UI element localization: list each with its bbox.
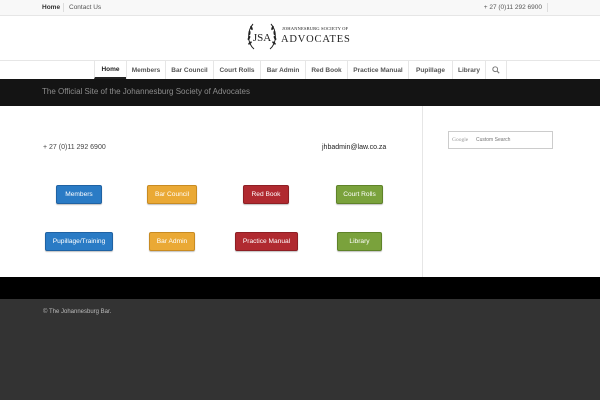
laurel-emblem-icon: JSA (247, 23, 277, 50)
topbar-contact-link[interactable]: Contact Us (69, 4, 101, 11)
sidebar-divider (422, 106, 423, 277)
court-rolls-button[interactable]: Court Rolls (336, 185, 383, 204)
custom-search-input[interactable] (450, 133, 551, 147)
red-book-button[interactable]: Red Book (243, 185, 289, 204)
footer-band (0, 277, 600, 299)
logo-top-text: JOHANNESBURG SOCIETY OF (282, 26, 349, 31)
topbar-divider-right (547, 3, 548, 12)
logo-main-text: ADVOCATES (281, 34, 351, 45)
custom-search-box: Google (448, 131, 553, 149)
practice-manual-button[interactable]: Practice Manual (235, 232, 298, 251)
site-logo[interactable]: JSA JOHANNESBURG SOCIETY OF ADVOCATES (244, 19, 358, 55)
nav-divider (506, 61, 507, 79)
title-banner: The Official Site of the Johannesburg So… (0, 79, 600, 106)
library-button[interactable]: Library (337, 232, 382, 251)
site-header: JSA JOHANNESBURG SOCIETY OF ADVOCATES (0, 16, 600, 60)
nav-item-court-rolls[interactable]: Court Rolls (213, 61, 260, 79)
contact-phone: + 27 (0)11 292 6900 (43, 144, 106, 151)
nav-item-home[interactable]: Home (94, 61, 126, 79)
nav-item-pupillage[interactable]: Pupillage (408, 61, 452, 79)
bar-admin-button[interactable]: Bar Admin (149, 232, 195, 251)
topbar-divider (63, 3, 64, 12)
search-icon (492, 66, 500, 74)
site-tagline: The Official Site of the Johannesburg So… (42, 87, 250, 96)
nav-search-button[interactable] (485, 61, 506, 79)
nav-item-members[interactable]: Members (126, 61, 165, 79)
main-nav: Home Members Bar Council Court Rolls Bar… (0, 60, 600, 79)
nav-item-practice-manual[interactable]: Practice Manual (347, 61, 408, 79)
topbar-phone: + 27 (0)11 292 6900 (483, 4, 542, 11)
svg-text:JSA: JSA (253, 32, 271, 44)
topbar-home-link[interactable]: Home (42, 4, 60, 11)
pupillage-training-button[interactable]: Pupillage/Training (45, 232, 113, 251)
nav-item-red-book[interactable]: Red Book (305, 61, 347, 79)
site-footer: © The Johannesburg Bar. (0, 299, 600, 400)
nav-item-bar-council[interactable]: Bar Council (165, 61, 213, 79)
footer-copyright: © The Johannesburg Bar. (43, 309, 112, 315)
contact-email-link[interactable]: jhbadmin@law.co.za (322, 144, 386, 151)
members-button[interactable]: Members (56, 185, 102, 204)
main-content: + 27 (0)11 292 6900 jhbadmin@law.co.za M… (0, 106, 600, 277)
top-bar: Home Contact Us + 27 (0)11 292 6900 (0, 0, 600, 16)
nav-item-bar-admin[interactable]: Bar Admin (260, 61, 305, 79)
nav-item-library[interactable]: Library (452, 61, 485, 79)
bar-council-button[interactable]: Bar Council (147, 185, 197, 204)
